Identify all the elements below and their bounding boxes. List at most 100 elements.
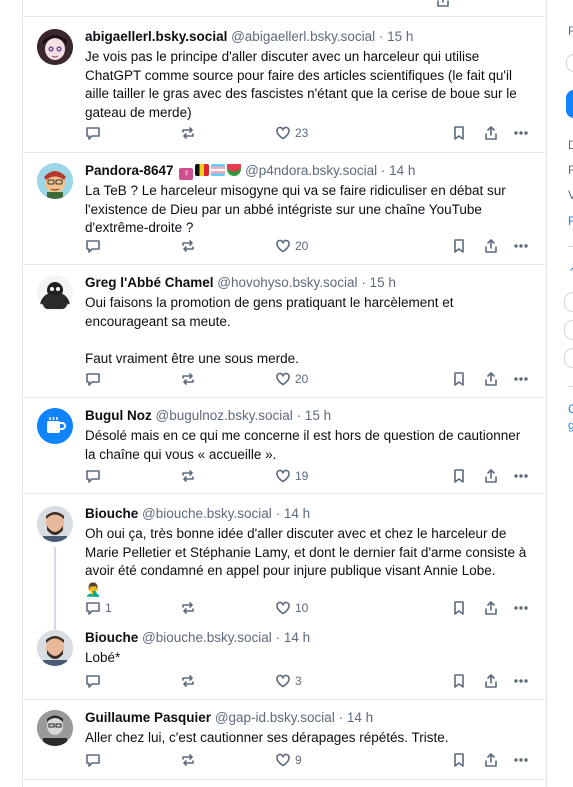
post-time[interactable]: · 14 h (276, 630, 311, 645)
author-name[interactable]: Bugul Noz (85, 408, 152, 423)
author-name[interactable]: Biouche (85, 506, 138, 521)
post-actions: 23 (85, 123, 535, 143)
avatar[interactable] (37, 275, 73, 311)
bookmark-button[interactable] (451, 671, 467, 691)
like-button[interactable]: 3 (275, 671, 302, 691)
sidebar-search-edge[interactable] (566, 54, 573, 72)
sidebar-pill-edge[interactable] (564, 292, 573, 312)
avatar[interactable] (37, 710, 73, 746)
more-button[interactable] (513, 123, 529, 143)
repost-button[interactable] (180, 598, 196, 618)
bookmark-icon (454, 469, 464, 483)
like-button[interactable]: 19 (275, 466, 308, 486)
post-time[interactable]: · 15 h (379, 29, 414, 44)
more-button[interactable] (513, 671, 529, 691)
like-button[interactable]: 23 (275, 123, 308, 143)
author-handle[interactable]: @gap-id.bsky.social (215, 710, 335, 725)
post-header: Biouche @biouche.bsky.social · 14 h (85, 505, 532, 523)
post[interactable]: Pandora-8647 ♀ @p4ndora.bsky.social · 14… (23, 152, 546, 265)
share-button[interactable] (483, 236, 499, 256)
author-handle[interactable]: @biouche.bsky.social (142, 506, 272, 521)
post[interactable]: Bugul Noz @bugulnoz.bsky.social · 15 h D… (23, 397, 546, 494)
author-handle[interactable]: @bugulnoz.bsky.social (156, 408, 293, 423)
sidebar-primary-button-edge[interactable] (566, 90, 573, 118)
reply-button[interactable]: 1 (85, 598, 112, 618)
author-handle[interactable]: @hovohyso.bsky.social (217, 275, 357, 290)
post[interactable]: abigaellerl.bsky.social @abigaellerl.bsk… (23, 16, 546, 153)
sidebar-link-letter[interactable]: C (568, 402, 573, 416)
post-time[interactable]: · 15 h (361, 275, 396, 290)
share-button[interactable] (483, 750, 499, 770)
sidebar-pill-edge[interactable] (564, 348, 573, 368)
share-button[interactable] (483, 369, 499, 389)
reply-count: 1 (105, 601, 112, 615)
like-button[interactable]: 9 (275, 750, 302, 770)
reply-button[interactable] (85, 466, 105, 486)
avatar[interactable] (37, 630, 73, 666)
avatar[interactable] (37, 408, 73, 444)
bookmark-button[interactable] (451, 750, 467, 770)
more-button[interactable] (513, 750, 529, 770)
repost-button[interactable] (180, 123, 196, 143)
heart-icon (276, 372, 290, 386)
avatar[interactable] (37, 29, 73, 65)
post-actions: 20 (85, 236, 535, 256)
post[interactable]: Greg l'Abbé Chamel @hovohyso.bsky.social… (23, 264, 546, 398)
author-handle[interactable]: @biouche.bsky.social (142, 630, 272, 645)
post-time[interactable]: · 15 h (297, 408, 332, 423)
bookmark-button[interactable] (451, 598, 467, 618)
more-button[interactable] (513, 466, 529, 486)
avatar[interactable] (37, 506, 73, 542)
like-button[interactable]: 10 (275, 598, 308, 618)
reply-button[interactable] (85, 369, 105, 389)
repost-button[interactable] (180, 236, 196, 256)
repost-button[interactable] (180, 671, 196, 691)
repost-button[interactable] (180, 466, 196, 486)
reply-button[interactable] (85, 671, 105, 691)
more-button[interactable] (513, 598, 529, 618)
author-handle[interactable]: @abigaellerl.bsky.social (231, 29, 375, 44)
reply-button[interactable] (85, 236, 105, 256)
share-button[interactable] (483, 671, 499, 691)
like-count: 20 (295, 372, 309, 386)
share-button[interactable] (435, 0, 451, 10)
post-text: Lobé* (85, 650, 121, 665)
like-count: 10 (295, 601, 309, 615)
sidebar-link-letter[interactable]: g (568, 418, 573, 432)
like-button[interactable]: 20 (275, 369, 308, 389)
share-button[interactable] (483, 466, 499, 486)
share-button[interactable] (483, 123, 499, 143)
author-name[interactable]: Biouche (85, 630, 138, 645)
post-header: Pandora-8647 ♀ @p4ndora.bsky.social · 14… (85, 162, 532, 180)
female-sign-icon: ♀ (179, 168, 194, 180)
bookmark-button[interactable] (451, 466, 467, 486)
post-actions: 3 (85, 671, 535, 691)
post-time[interactable]: · 14 h (339, 710, 374, 725)
share-button[interactable] (483, 598, 499, 618)
repost-button[interactable] (180, 750, 196, 770)
author-name[interactable]: Pandora-8647 (85, 163, 174, 178)
post-header: Biouche @biouche.bsky.social · 14 h (85, 629, 532, 647)
author-name[interactable]: Guillaume Pasquier (85, 710, 211, 725)
reply-button[interactable] (85, 123, 105, 143)
author-name[interactable]: abigaellerl.bsky.social (85, 29, 227, 44)
more-button[interactable] (513, 369, 529, 389)
bookmark-button[interactable] (451, 236, 467, 256)
avatar[interactable] (37, 163, 73, 199)
sidebar-pill-edge[interactable] (564, 320, 573, 340)
repost-button[interactable] (180, 369, 196, 389)
like-button[interactable]: 20 (275, 236, 308, 256)
bookmark-button[interactable] (451, 369, 467, 389)
bookmark-button[interactable] (451, 123, 467, 143)
post-time[interactable]: · 14 h (276, 506, 311, 521)
sidebar-chevron-icon[interactable]: ⌃ (568, 266, 573, 279)
author-handle[interactable]: @p4ndora.bsky.social (245, 163, 377, 178)
reply-button[interactable] (85, 750, 105, 770)
sidebar-link-letter[interactable]: F (568, 214, 573, 228)
post[interactable]: Guillaume Pasquier @gap-id.bsky.social ·… (23, 699, 546, 780)
post[interactable]: Biouche @biouche.bsky.social · 14 h Oh o… (23, 493, 546, 632)
more-button[interactable] (513, 236, 529, 256)
post-time[interactable]: · 14 h (381, 163, 416, 178)
post[interactable]: Biouche @biouche.bsky.social · 14 h Lobé… (23, 622, 546, 699)
author-name[interactable]: Greg l'Abbé Chamel (85, 275, 214, 290)
